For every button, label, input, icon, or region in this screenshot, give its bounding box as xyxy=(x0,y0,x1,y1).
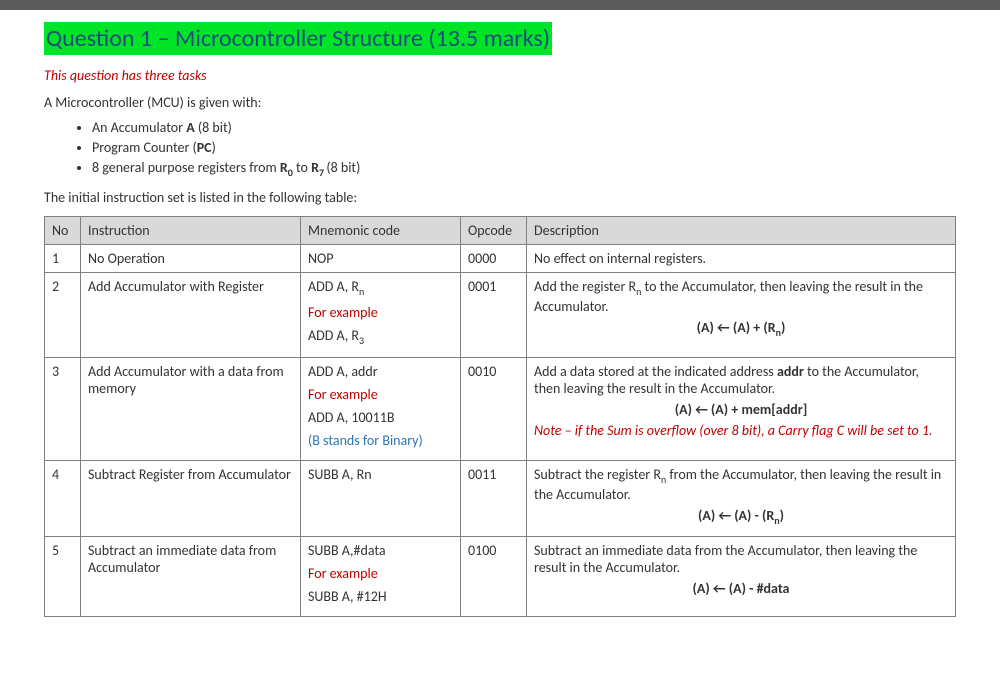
cell-no: 3 xyxy=(45,358,81,461)
document-page: Question 1 – Microcontroller Structure (… xyxy=(0,10,1000,681)
text: 8 general purpose registers from xyxy=(92,159,280,176)
cell-mnemonic: SUBB A, Rn xyxy=(301,461,461,537)
table-intro: The initial instruction set is listed in… xyxy=(44,189,956,206)
cell-mnemonic: ADD A, addr For example ADD A, 10011B (B… xyxy=(301,358,461,461)
overflow-note: Note – if the Sum is overflow (over 8 bi… xyxy=(534,422,948,439)
example-label: For example xyxy=(308,304,453,321)
text: ) xyxy=(212,139,216,156)
formula: (A) ← (A) - (Rn) xyxy=(534,507,948,527)
table-row: 4 Subtract Register from Accumulator SUB… xyxy=(45,461,956,537)
cell-instruction: Add Accumulator with Register xyxy=(81,272,301,358)
cell-instruction: Add Accumulator with a data from memory xyxy=(81,358,301,461)
header-mnemonic: Mnemonic code xyxy=(301,216,461,244)
cell-no: 4 xyxy=(45,461,81,537)
cell-description: Subtract the register Rn from the Accumu… xyxy=(527,461,956,537)
header-opcode: Opcode xyxy=(461,216,527,244)
header-no: No xyxy=(45,216,81,244)
list-item: Program Counter (PC) xyxy=(92,139,956,156)
desc-text: Subtract an immediate data from the Accu… xyxy=(534,542,948,576)
instruction-table: No Instruction Mnemonic code Opcode Desc… xyxy=(44,216,956,617)
desc-text: Add the register R xyxy=(534,278,636,295)
cell-description: Subtract an immediate data from the Accu… xyxy=(527,536,956,616)
mnemonic-example: ADD A, R xyxy=(308,327,359,344)
cell-description: Add the register Rn to the Accumulator, … xyxy=(527,272,956,358)
table-row: 2 Add Accumulator with Register ADD A, R… xyxy=(45,272,956,358)
example-label: For example xyxy=(308,565,453,582)
window-topbar xyxy=(0,0,1000,10)
mnemonic-main: SUBB A,#data xyxy=(308,542,453,559)
list-item: An Accumulator A (8 bit) xyxy=(92,119,956,136)
bold: R0 xyxy=(280,159,293,176)
subscript: n xyxy=(359,285,364,298)
spec-list: An Accumulator A (8 bit) Program Counter… xyxy=(92,119,956,179)
mnemonic-main: ADD A, addr xyxy=(308,363,453,380)
bold: A xyxy=(186,119,194,136)
bold-addr: addr xyxy=(777,363,804,380)
cell-opcode: 0000 xyxy=(461,244,527,272)
desc-text: Subtract the register R xyxy=(534,466,661,483)
text: to xyxy=(293,159,311,176)
formula: (A) ← (A) - #data xyxy=(534,580,948,597)
cell-instruction: Subtract an immediate data from Accumula… xyxy=(81,536,301,616)
bold: R7 xyxy=(311,159,326,176)
mnemonic-main: ADD A, R xyxy=(308,278,359,295)
bold: PC xyxy=(197,139,212,156)
text: Program Counter ( xyxy=(92,139,197,156)
cell-mnemonic: ADD A, Rn For example ADD A, R3 xyxy=(301,272,461,358)
list-item: 8 general purpose registers from R0 to R… xyxy=(92,159,956,179)
text: An Accumulator xyxy=(92,119,186,136)
cell-opcode: 0100 xyxy=(461,536,527,616)
cell-description: No effect on internal registers. xyxy=(527,244,956,272)
formula: (A) ← (A) + mem[addr] xyxy=(534,401,948,418)
cell-mnemonic: NOP xyxy=(301,244,461,272)
cell-no: 1 xyxy=(45,244,81,272)
binary-note: (B stands for Binary) xyxy=(308,432,453,449)
table-row: 5 Subtract an immediate data from Accumu… xyxy=(45,536,956,616)
table-row: 1 No Operation NOP 0000 No effect on int… xyxy=(45,244,956,272)
cell-opcode: 0001 xyxy=(461,272,527,358)
intro-text: A Microcontroller (MCU) is given with: xyxy=(44,94,956,111)
question-title: Question 1 – Microcontroller Structure (… xyxy=(44,22,552,55)
mnemonic-example: SUBB A, #12H xyxy=(308,588,453,605)
header-instruction: Instruction xyxy=(81,216,301,244)
example-label: For example xyxy=(308,386,453,403)
cell-mnemonic: SUBB A,#data For example SUBB A, #12H xyxy=(301,536,461,616)
cell-no: 5 xyxy=(45,536,81,616)
table-header-row: No Instruction Mnemonic code Opcode Desc… xyxy=(45,216,956,244)
desc-text: Add a data stored at the indicated addre… xyxy=(534,363,777,380)
cell-opcode: 0011 xyxy=(461,461,527,537)
cell-instruction: No Operation xyxy=(81,244,301,272)
text: (8 bit) xyxy=(326,159,360,176)
cell-instruction: Subtract Register from Accumulator xyxy=(81,461,301,537)
header-description: Description xyxy=(527,216,956,244)
question-subtitle: This question has three tasks xyxy=(44,67,956,84)
text: (8 bit) xyxy=(195,119,232,136)
mnemonic-example: ADD A, 10011B xyxy=(308,409,453,426)
cell-description: Add a data stored at the indicated addre… xyxy=(527,358,956,461)
table-row: 3 Add Accumulator with a data from memor… xyxy=(45,358,956,461)
formula: (A) ← (A) + (Rn) xyxy=(534,319,948,339)
subscript: 3 xyxy=(359,333,364,346)
cell-opcode: 0010 xyxy=(461,358,527,461)
cell-no: 2 xyxy=(45,272,81,358)
